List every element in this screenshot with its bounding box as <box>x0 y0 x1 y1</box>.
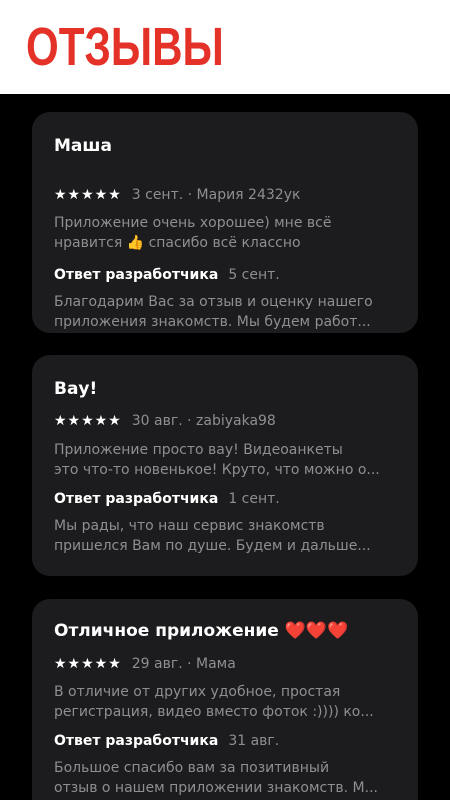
developer-reply-body[interactable]: Мы рады, что наш сервис знакомств пришел… <box>54 516 398 556</box>
developer-reply-date: 1 сент. <box>228 491 280 507</box>
developer-reply-label: Ответ разработчика <box>54 267 219 283</box>
review-body-line: Приложение очень хорошее) мне всё <box>54 215 332 231</box>
review-card[interactable]: Вау! ★★★★★ 30 авг. · zabiyaka98 Приложен… <box>32 355 418 576</box>
review-card[interactable]: Отличное приложение ❤️❤️❤️ ★★★★★ 29 авг.… <box>32 599 418 800</box>
developer-reply-date: 5 сент. <box>228 267 280 283</box>
developer-reply-header: Ответ разработчика 1 сент. <box>54 491 280 507</box>
page-header: ОТЗЫВЫ <box>0 0 450 94</box>
reply-body-line: Большое спасибо вам за позитивный <box>54 760 330 776</box>
reply-body-line: отзыв о нашем приложении знакомств. М... <box>54 780 378 796</box>
review-title: Отличное приложение ❤️❤️❤️ <box>54 621 349 641</box>
review-body[interactable]: Приложение очень хорошее) мне всё нравит… <box>54 213 398 253</box>
review-card[interactable]: Маша ★★★★★ 3 сент. · Мария 2432ук Прилож… <box>32 112 418 333</box>
reviews-list[interactable]: Маша ★★★★★ 3 сент. · Мария 2432ук Прилож… <box>0 94 450 800</box>
review-body-line: это что-то новенькое! Круто, что можно о… <box>54 462 380 478</box>
rating-stars-icon: ★★★★★ <box>54 413 122 429</box>
review-body-line: регистрация, видео вместо фоток :)))) ко… <box>54 704 374 720</box>
review-meta: ★★★★★ 29 авг. · Мама <box>54 656 236 672</box>
developer-reply-header: Ответ разработчика 5 сент. <box>54 267 280 283</box>
review-body-line: В отличие от других удобное, простая <box>54 684 341 700</box>
rating-stars-icon: ★★★★★ <box>54 656 122 672</box>
developer-reply-body[interactable]: Большое спасибо вам за позитивный отзыв … <box>54 758 398 798</box>
review-body[interactable]: В отличие от других удобное, простая рег… <box>54 682 398 722</box>
reply-body-line: Мы рады, что наш сервис знакомств <box>54 518 325 534</box>
review-meta: ★★★★★ 30 авг. · zabiyaka98 <box>54 413 276 429</box>
reply-body-line: Благодарим Вас за отзыв и оценку нашего <box>54 294 373 310</box>
developer-reply-label: Ответ разработчика <box>54 733 219 749</box>
review-date-author: 3 сент. · Мария 2432ук <box>131 187 301 203</box>
review-meta: ★★★★★ 3 сент. · Мария 2432ук <box>54 187 300 203</box>
reply-body-line: пришелся Вам по душе. Будем и дальше... <box>54 538 371 554</box>
developer-reply-date: 31 авг. <box>228 733 280 749</box>
developer-reply-header: Ответ разработчика 31 авг. <box>54 733 279 749</box>
review-body-line: нравится 👍 спасибо всё классно <box>54 235 301 251</box>
reply-body-line: приложения знакомств. Мы будем работ... <box>54 314 371 330</box>
review-body-line: Приложение просто вау! Видеоанкеты <box>54 442 343 458</box>
rating-stars-icon: ★★★★★ <box>54 187 122 203</box>
developer-reply-body[interactable]: Благодарим Вас за отзыв и оценку нашего … <box>54 292 398 332</box>
review-title: Маша <box>54 136 112 156</box>
review-title: Вау! <box>54 379 98 399</box>
review-body[interactable]: Приложение просто вау! Видеоанкеты это ч… <box>54 440 398 480</box>
page-title: ОТЗЫВЫ <box>26 17 224 77</box>
developer-reply-label: Ответ разработчика <box>54 491 219 507</box>
review-date-author: 30 авг. · zabiyaka98 <box>131 413 276 429</box>
review-date-author: 29 авг. · Мама <box>131 656 236 672</box>
